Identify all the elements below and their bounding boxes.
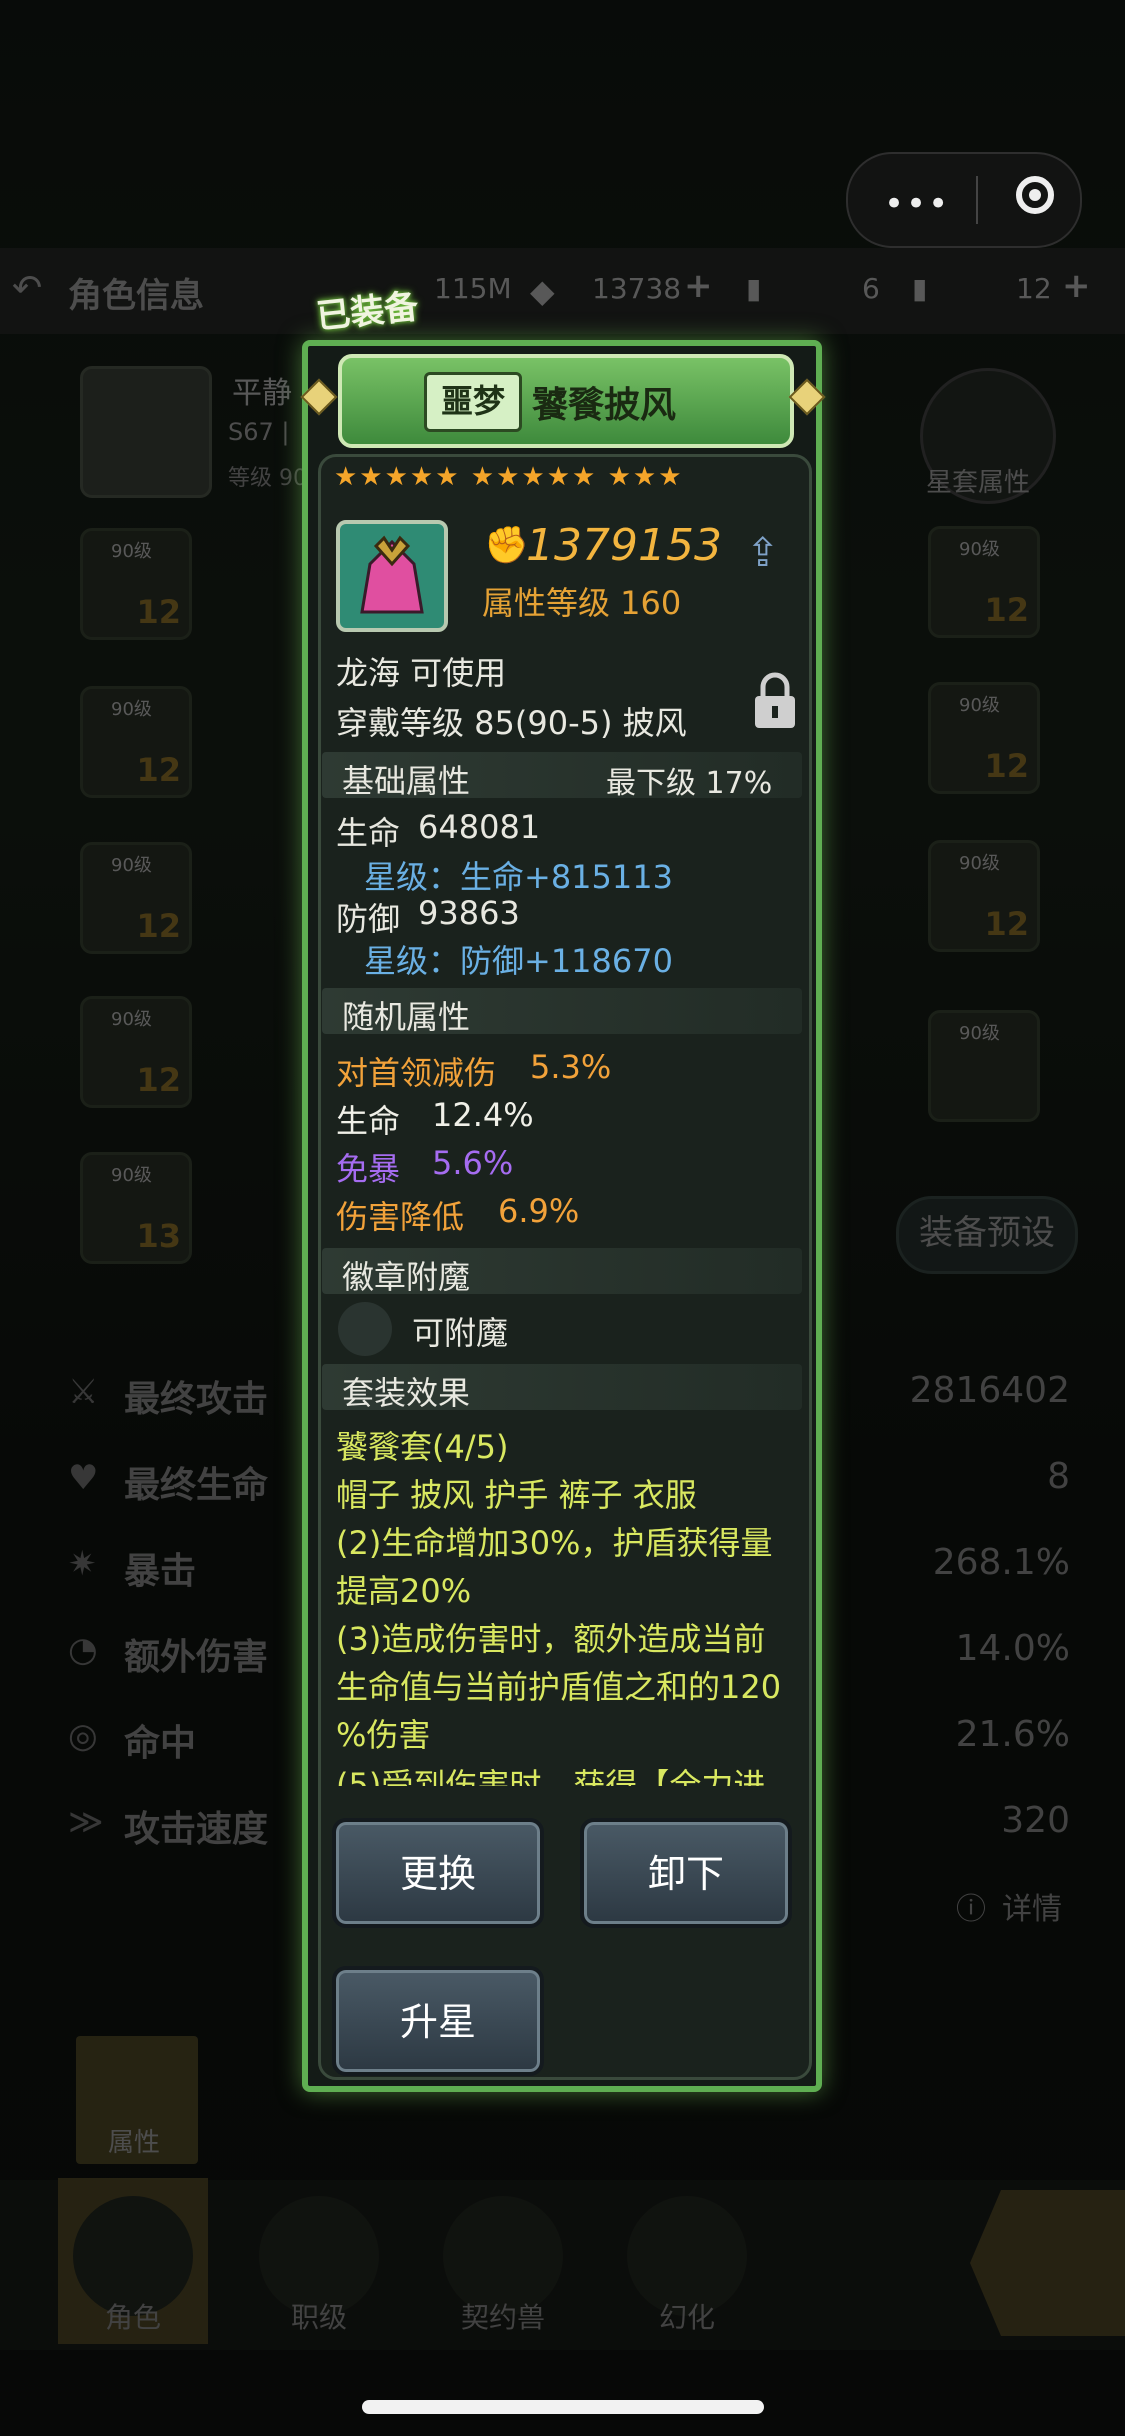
unequip-button[interactable]: 卸下	[580, 1818, 792, 1928]
set-effect-line: (2)生命增加30%，护盾获得量	[336, 1524, 773, 1562]
attribute-level: 属性等级 160	[482, 584, 682, 622]
set-name: 饕餮套(4/5)	[336, 1428, 509, 1466]
section-title: 徽章附魔	[342, 1258, 471, 1296]
share-icon[interactable]: ⇪	[746, 530, 780, 576]
random-attributes-header: 随机属性	[322, 988, 802, 1036]
set-effect-header: 套装效果	[322, 1364, 802, 1412]
set-effect-line: %伤害	[336, 1716, 431, 1754]
hp-star-bonus: 星级：生命+815113	[364, 858, 673, 896]
power-icon: ✊	[484, 525, 529, 566]
capsule-divider	[976, 176, 978, 224]
star-rating: ★★★★★ ★★★★★ ★★★	[334, 462, 684, 492]
random-attr-label: 伤害降低	[336, 1198, 465, 1236]
set-effect-clipped: (5)受到伤害时，获得【全力进	[330, 1760, 810, 1786]
random-attr-label: 对首领减伤	[336, 1054, 497, 1092]
item-title-banner: 噩梦 饕餮披风	[338, 354, 794, 448]
badge-slot[interactable]	[338, 1302, 392, 1356]
more-dots-icon[interactable]: •••	[884, 184, 950, 224]
random-attr-value: 5.6%	[432, 1144, 514, 1182]
set-effect-line: 生命值与当前护盾值之和的120	[336, 1668, 782, 1706]
rarity-tag: 噩梦	[424, 372, 522, 432]
random-attr-value: 6.9%	[498, 1192, 580, 1230]
section-title: 基础属性	[342, 762, 471, 800]
usable-text: 龙海 可使用	[336, 654, 507, 692]
upgrade-star-button[interactable]: 升星	[332, 1966, 544, 2076]
badge-enchant-header: 徽章附魔	[322, 1248, 802, 1296]
base-rank: 最下级 17%	[606, 766, 773, 801]
cloak-icon	[360, 535, 424, 614]
set-effect-line: (5)受到伤害时，获得【全力进	[336, 1766, 766, 1786]
def-star-bonus: 星级：防御+118670	[364, 942, 673, 980]
target-circle-icon[interactable]	[1016, 176, 1054, 214]
hp-label: 生命	[336, 814, 401, 852]
lock-icon[interactable]	[752, 672, 798, 730]
home-indicator	[362, 2400, 764, 2414]
random-attr-label: 免暴	[336, 1150, 401, 1188]
item-name: 饕餮披风	[532, 385, 677, 426]
def-label: 防御	[336, 900, 401, 938]
set-effect-line: (3)造成伤害时，额外造成当前	[336, 1620, 766, 1658]
cloak-item-icon	[336, 520, 448, 632]
badge-enchant-text: 可附魔	[412, 1314, 509, 1352]
section-title: 套装效果	[342, 1374, 471, 1412]
miniprogram-capsule: •••	[846, 152, 1082, 248]
random-attr-label: 生命	[336, 1102, 401, 1140]
random-attr-value: 12.4%	[432, 1096, 534, 1134]
hp-value: 648081	[418, 808, 541, 846]
replace-button[interactable]: 更换	[332, 1818, 544, 1928]
set-parts: 帽子 披风 护手 裤子 衣服	[336, 1476, 697, 1514]
section-title: 随机属性	[342, 998, 471, 1036]
wear-requirement: 穿戴等级 85(90-5) 披风	[336, 704, 687, 742]
def-value: 93863	[418, 894, 520, 932]
power-value: 1379153	[526, 520, 722, 571]
random-attr-value: 5.3%	[530, 1048, 612, 1086]
set-effect-line: 提高20%	[336, 1572, 472, 1610]
